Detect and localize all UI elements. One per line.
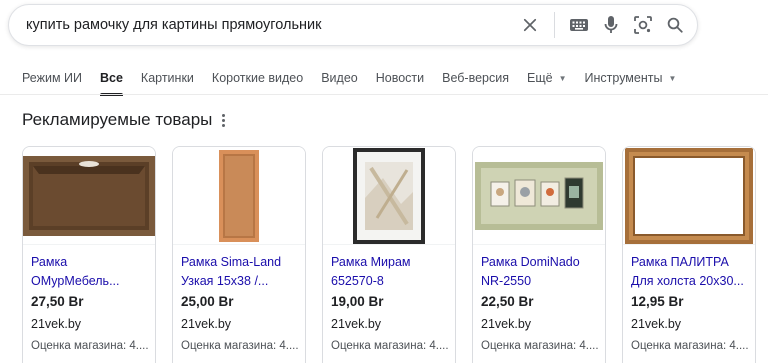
search-icon	[667, 17, 683, 33]
tab-short-videos[interactable]: Короткие видео	[212, 66, 303, 90]
camera-lens-icon	[634, 16, 652, 34]
search-separator	[554, 12, 555, 38]
product-price: 12,95 Br	[631, 294, 684, 309]
tab-ai-mode[interactable]: Режим ИИ	[22, 66, 82, 90]
product-store: 21vek.by	[481, 317, 532, 331]
store-rating: Оценка магазина: 4....	[481, 340, 599, 352]
tabs-divider	[0, 94, 768, 95]
store-rating: Оценка магазина: 4....	[331, 340, 449, 352]
product-title[interactable]: Рамка ПАЛИТРА Для холста 20х30...	[631, 253, 755, 291]
product-image	[473, 147, 605, 245]
search-button[interactable]	[659, 9, 691, 41]
image-search-button[interactable]	[627, 9, 659, 41]
product-price: 22,50 Br	[481, 294, 534, 309]
section-title: Рекламируемые товары	[22, 110, 213, 129]
product-title[interactable]: Рамка ОМурМебель...	[31, 253, 155, 291]
caret-down-icon: ▼	[558, 73, 567, 83]
product-image	[173, 147, 305, 245]
product-title[interactable]: Рамка Sima-Land Узкая 15х38 /...	[181, 253, 305, 291]
tab-tools[interactable]: Инструменты ▼	[585, 66, 677, 90]
tab-all[interactable]: Все	[99, 66, 123, 96]
store-rating: Оценка магазина: 4....	[181, 340, 299, 352]
product-image	[23, 147, 155, 245]
product-store: 21vek.by	[331, 317, 382, 331]
tab-videos[interactable]: Видео	[321, 66, 358, 90]
product-price: 25,00 Br	[181, 294, 234, 309]
microphone-icon	[604, 16, 618, 33]
product-card[interactable]: Рамка Мирам 652570-8 19,00 Br 21vek.by О…	[322, 146, 456, 363]
search-tabs: Режим ИИ Все Картинки Короткие видео Вид…	[22, 66, 694, 96]
product-carousel: Рамка ОМурМебель... 27,50 Br 21vek.by Оц…	[22, 146, 768, 363]
keyboard-icon	[570, 19, 588, 31]
section-header: Рекламируемые товары	[22, 110, 226, 130]
search-box[interactable]: купить рамочку для картины прямоугольник	[8, 4, 698, 46]
product-card[interactable]: Рамка ОМурМебель... 27,50 Br 21vek.by Оц…	[22, 146, 156, 363]
product-price: 19,00 Br	[331, 294, 384, 309]
search-input[interactable]: купить рамочку для картины прямоугольник	[26, 17, 514, 33]
caret-down-icon: ▼	[668, 73, 677, 83]
clear-search-button[interactable]	[514, 9, 546, 41]
product-price: 27,50 Br	[31, 294, 84, 309]
close-icon	[523, 18, 537, 32]
tab-news[interactable]: Новости	[376, 66, 424, 90]
product-image	[323, 147, 455, 245]
product-image	[623, 147, 755, 245]
product-title[interactable]: Рамка Мирам 652570-8	[331, 253, 455, 291]
tab-more[interactable]: Ещё ▼	[527, 66, 567, 90]
more-options-icon[interactable]	[222, 113, 226, 127]
product-card[interactable]: Рамка Sima-Land Узкая 15х38 /... 25,00 B…	[172, 146, 306, 363]
product-store: 21vek.by	[631, 317, 682, 331]
product-title[interactable]: Рамка DomiNado NR-2550	[481, 253, 605, 291]
voice-search-button[interactable]	[595, 9, 627, 41]
product-card[interactable]: Рамка ПАЛИТРА Для холста 20х30... 12,95 …	[622, 146, 756, 363]
keyboard-button[interactable]	[563, 9, 595, 41]
store-rating: Оценка магазина: 4....	[31, 340, 149, 352]
product-store: 21vek.by	[31, 317, 82, 331]
store-rating: Оценка магазина: 4....	[631, 340, 749, 352]
tab-images[interactable]: Картинки	[141, 66, 194, 90]
product-store: 21vek.by	[181, 317, 232, 331]
tab-web[interactable]: Веб-версия	[442, 66, 509, 90]
product-card[interactable]: Рамка DomiNado NR-2550 22,50 Br 21vek.by…	[472, 146, 606, 363]
